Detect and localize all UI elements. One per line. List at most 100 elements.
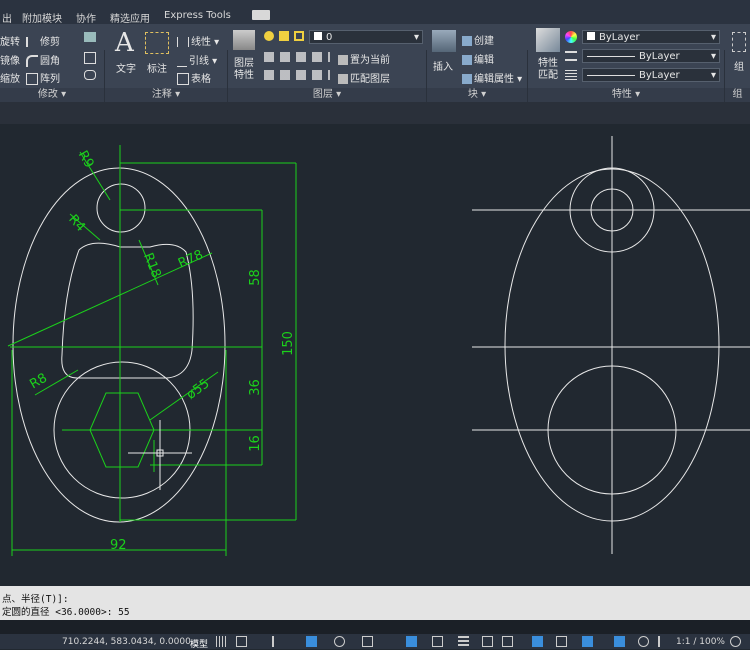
layer-color-swatch: [314, 32, 322, 40]
settings-gear-icon[interactable]: [730, 636, 741, 647]
snap-icon[interactable]: [236, 636, 247, 647]
object-snap-icon[interactable]: [432, 636, 443, 647]
layer-tools-row2-icons[interactable]: [264, 70, 330, 80]
drawing-svg: [7, 136, 750, 556]
command-line-2: 定圆的直径 <36.0000>: 55: [2, 607, 130, 618]
layers-group-title[interactable]: 图层 ▾: [228, 88, 426, 102]
gizmo-icon[interactable]: [614, 636, 625, 647]
text-button[interactable]: 文字: [116, 60, 136, 75]
group-group-title[interactable]: 组: [725, 88, 750, 102]
match-layer-button[interactable]: 匹配图层: [338, 70, 390, 85]
set-current-button[interactable]: 置为当前: [338, 51, 390, 66]
properties-group-title[interactable]: 特性 ▾: [528, 88, 724, 102]
command-line-1: 点、半径(T)]:: [2, 594, 69, 605]
insert-button[interactable]: 插入: [433, 58, 453, 73]
layer-tools-row1-icons[interactable]: [264, 52, 330, 62]
scale-button[interactable]: 缩放: [0, 70, 20, 85]
coordinates-readout: 710.2244, 583.0434, 0.0000: [62, 637, 191, 647]
layer-lock-icon[interactable]: [294, 31, 304, 41]
status-bar: 710.2244, 583.0434, 0.0000 模型 1:1 / 100%: [0, 634, 750, 650]
fillet-button[interactable]: 圆角: [26, 52, 60, 67]
match-properties-button[interactable]: 特性 匹配: [538, 58, 558, 82]
menu-bar: 出 附加模块 协作 精选应用 Express Tools: [0, 0, 750, 25]
annotation-scale-readout[interactable]: 1:1 / 100%: [676, 637, 725, 647]
grid-icon[interactable]: [216, 636, 227, 647]
dynamic-ucs-icon[interactable]: [556, 636, 567, 647]
dim-label-16: 16: [247, 435, 263, 452]
dimension-button[interactable]: 标注: [147, 60, 167, 75]
erase-icon[interactable]: [84, 32, 96, 42]
table-button[interactable]: 表格: [177, 70, 211, 85]
trim-icon: [26, 37, 38, 47]
layer-on-icon[interactable]: [264, 31, 274, 41]
array-button[interactable]: 阵列: [26, 70, 60, 85]
edit-block-button[interactable]: 编辑: [462, 51, 494, 66]
linetype-icon[interactable]: [565, 70, 577, 80]
fillet-icon: [26, 55, 38, 67]
menu-item-featured-apps[interactable]: 精选应用: [110, 10, 150, 25]
ribbon: 旋转 修剪 镜像 圆角 缩放 阵列 修改 ▾ A 文字 标注 线性 ▾ 引线 ▾…: [0, 24, 750, 126]
group-button[interactable]: 组: [734, 58, 744, 73]
file-tab-strip: [0, 102, 750, 124]
dim-label-36: 36: [247, 379, 263, 396]
linear-dim-button[interactable]: 线性 ▾: [177, 33, 219, 48]
mirror-button[interactable]: 镜像: [0, 52, 20, 67]
match-properties-icon[interactable]: [536, 28, 560, 52]
color-swatch: [587, 32, 595, 40]
menu-item-collaborate[interactable]: 协作: [76, 10, 96, 25]
3d-osnap-icon[interactable]: [532, 636, 543, 647]
copy-icon[interactable]: [84, 52, 96, 64]
color-dropdown[interactable]: ByLayer ▾: [582, 30, 720, 44]
infer-constraints-icon[interactable]: [272, 636, 283, 647]
kidney-slot: [61, 242, 194, 379]
create-block-button[interactable]: 创建: [462, 32, 494, 47]
array-icon: [26, 73, 38, 85]
create-block-icon: [462, 36, 472, 46]
lineweight-display-icon[interactable]: [458, 636, 469, 647]
selection-cycling-icon[interactable]: [502, 636, 513, 647]
polar-icon[interactable]: [334, 636, 345, 647]
leader-button[interactable]: 引线 ▾: [177, 52, 217, 67]
linetype-dropdown[interactable]: ByLayer ▾: [582, 68, 720, 82]
set-current-icon: [338, 55, 348, 65]
command-input[interactable]: [0, 620, 750, 634]
layer-properties-icon[interactable]: [233, 30, 255, 50]
block-group-title[interactable]: 块 ▾: [427, 88, 527, 102]
lineweight-icon[interactable]: [565, 51, 577, 61]
model-tab[interactable]: 模型: [190, 637, 208, 650]
layer-properties-button[interactable]: 图层 特性: [234, 58, 254, 82]
menu-item-output[interactable]: 出: [2, 10, 12, 25]
menu-item-addins[interactable]: 附加模块: [22, 10, 62, 25]
edit-attributes-button[interactable]: 编辑属性 ▾: [462, 70, 522, 85]
selection-filter-icon[interactable]: [582, 636, 593, 647]
annotation-scale-icon[interactable]: [658, 636, 669, 647]
layer-dropdown[interactable]: 0 ▾: [309, 30, 423, 44]
layer-freeze-icon[interactable]: [279, 31, 289, 41]
offset-icon[interactable]: [84, 70, 96, 80]
object-snap-tracking-icon[interactable]: [406, 636, 417, 647]
group-icon[interactable]: [732, 32, 746, 52]
annotation-visibility-icon[interactable]: [638, 636, 649, 647]
color-wheel-icon[interactable]: [565, 31, 577, 43]
dim-label-150: 150: [280, 331, 296, 356]
transparency-icon[interactable]: [482, 636, 493, 647]
modify-group-title[interactable]: 修改 ▾: [0, 88, 104, 102]
dim-label-92: 92: [110, 538, 127, 553]
ortho-icon[interactable]: [306, 636, 317, 647]
chevron-down-icon: ▾: [710, 51, 716, 62]
outer-ellipse: [12, 167, 226, 523]
isodraft-icon[interactable]: [362, 636, 373, 647]
drawing-canvas[interactable]: R9 R4 R18 R78 R8 ø55 58 150 36 16 92: [0, 124, 750, 586]
rotate-button[interactable]: 旋转: [0, 33, 20, 48]
line-preview: [587, 55, 635, 57]
dimension-icon[interactable]: [145, 32, 169, 54]
text-icon[interactable]: A: [115, 28, 134, 58]
menu-item-express-tools[interactable]: Express Tools: [164, 10, 231, 21]
table-icon: [177, 73, 189, 85]
left-part-geometry: [12, 167, 226, 523]
annotate-group-title[interactable]: 注释 ▾: [105, 88, 227, 102]
lineweight-dropdown[interactable]: ByLayer ▾: [582, 49, 720, 63]
ribbon-toggle-icon[interactable]: [252, 10, 270, 20]
insert-block-icon[interactable]: [432, 30, 456, 52]
trim-button[interactable]: 修剪: [26, 33, 60, 48]
